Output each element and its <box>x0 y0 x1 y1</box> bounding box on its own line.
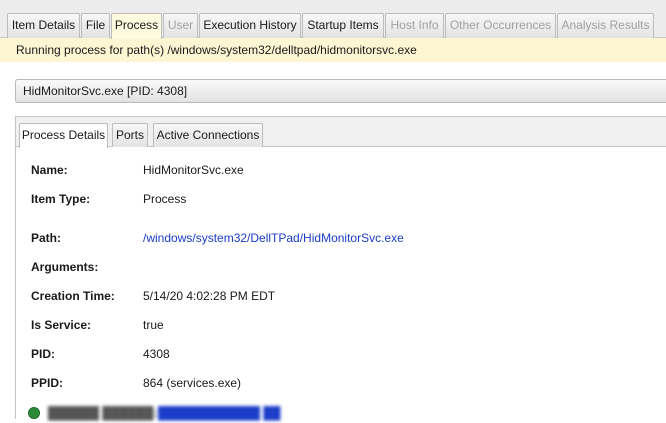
item-type-label: Item Type: <box>31 192 91 206</box>
process-header: HidMonitorSvc.exe [PID: 4308] <box>15 79 666 103</box>
detail-row-is-service: Is Service: true <box>16 316 666 334</box>
tab-file[interactable]: File <box>81 13 110 38</box>
detail-row-item-type: Item Type: Process <box>16 190 666 208</box>
process-panel: Process Details Ports Active Connections… <box>15 116 666 420</box>
process-details: Name: HidMonitorSvc.exe Item Type: Proce… <box>16 147 666 420</box>
detail-row-ppid: PPID: 864 (services.exe) <box>16 374 666 392</box>
ppid-label: PPID: <box>31 376 64 390</box>
ppid-value: 864 (services.exe) <box>143 376 242 390</box>
tab-analysis-results: Analysis Results <box>557 13 654 38</box>
name-label: Name: <box>31 163 68 177</box>
path-link[interactable]: /windows/system32/DellTPad/HidMonitorSvc… <box>143 229 404 247</box>
creation-time-value: 5/14/20 4:02:28 PM EDT <box>143 289 276 303</box>
pid-label: PID: <box>31 347 55 361</box>
item-type-value: Process <box>143 192 187 206</box>
inner-tab-bar: Process Details Ports Active Connections <box>16 117 666 148</box>
detail-row-creation-time: Creation Time: 5/14/20 4:02:28 PM EDT <box>16 287 666 305</box>
arguments-label: Arguments: <box>31 260 99 274</box>
cut-off-row: ██████ ██████: ████████████ ██ <box>28 403 428 423</box>
top-tab-bar: Item Details File Process User Execution… <box>0 0 666 39</box>
tab-ports[interactable]: Ports <box>112 123 148 147</box>
detail-row-name: Name: HidMonitorSvc.exe <box>16 161 666 179</box>
tab-startup-items[interactable]: Startup Items <box>302 13 384 38</box>
status-dot-icon <box>28 407 40 419</box>
status-message: Running process for path(s) /windows/sys… <box>0 38 666 62</box>
tab-user: User <box>163 13 198 38</box>
name-value: HidMonitorSvc.exe <box>143 163 244 177</box>
cut-off-label: ██████ ██████: <box>48 406 158 420</box>
detail-row-pid: PID: 4308 <box>16 345 666 363</box>
tab-process[interactable]: Process <box>111 13 162 39</box>
tab-item-details[interactable]: Item Details <box>7 13 80 38</box>
detail-row-path: Path: /windows/system32/DellTPad/HidMoni… <box>16 229 666 247</box>
cut-off-link[interactable]: ████████████ ██ <box>158 406 280 420</box>
is-service-value: true <box>143 318 164 332</box>
tab-other-occurrences: Other Occurrences <box>445 13 556 38</box>
tab-active-connections[interactable]: Active Connections <box>153 123 263 147</box>
detail-row-arguments: Arguments: <box>16 258 666 276</box>
tab-process-details[interactable]: Process Details <box>19 123 108 148</box>
creation-time-label: Creation Time: <box>31 289 115 303</box>
tab-execution-history[interactable]: Execution History <box>199 13 301 38</box>
tab-host-info: Host Info <box>385 13 444 38</box>
pid-value: 4308 <box>143 347 170 361</box>
is-service-label: Is Service: <box>31 318 92 332</box>
path-label: Path: <box>31 231 61 245</box>
